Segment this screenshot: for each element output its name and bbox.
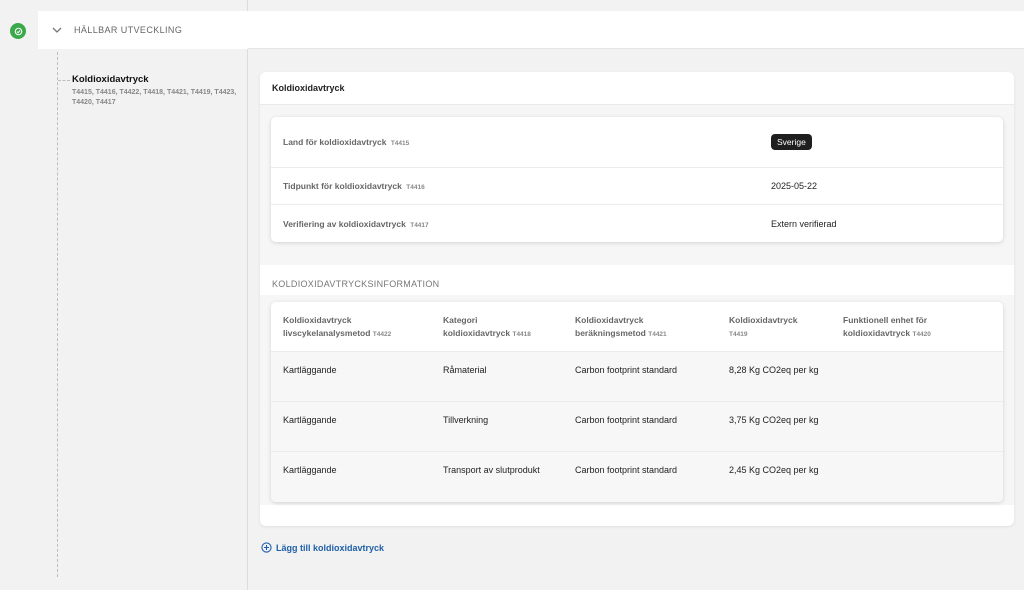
table-cell (843, 464, 1003, 502)
table-cell: Kartläggande (283, 415, 337, 425)
tree-line (57, 52, 58, 577)
table-area: Koldioxidavtryck livscykelanalysmetod T44… (260, 295, 1014, 505)
table-cell: 8,28 Kg CO2eq per kg (729, 365, 819, 375)
section-title: HÄLLBAR UTVECKLING (74, 25, 183, 35)
field-label-text: Verifiering av koldioxidavtryck (283, 218, 406, 229)
table-header-row: Koldioxidavtryck livscykelanalysmetod T44… (271, 302, 1003, 352)
header-line1: Koldioxidavtryck (283, 315, 352, 325)
table-cell: 3,75 Kg CO2eq per kg (729, 415, 819, 425)
header-line1: Koldioxidavtryck (575, 315, 644, 325)
koldioxidavtryck-card: Koldioxidavtryck Land för koldioxidavtry… (260, 72, 1014, 526)
chevron-down-icon (52, 24, 64, 36)
column-header: Funktionell enhet för koldioxidavtryck T4… (843, 314, 1003, 351)
table-row: Kartläggande Transport av slutprodukt Ca… (271, 452, 1003, 502)
column-header: Koldioxidavtryck livscykelanalysmetod T44… (271, 314, 443, 351)
table-cell: Carbon footprint standard (575, 365, 678, 375)
header-line1: Funktionell enhet för (843, 315, 928, 325)
header-code: T4418 (512, 331, 531, 338)
footprint-table: Koldioxidavtryck livscykelanalysmetod T44… (271, 302, 1003, 502)
header-code: T4422 (372, 331, 392, 338)
header-code: T4421 (648, 331, 667, 338)
table-cell: 2,45 Kg CO2eq per kg (729, 465, 819, 475)
tree-branch (58, 80, 70, 81)
column-header: Koldioxidavtryck beräkningsmetod T4421 (575, 314, 729, 351)
header-line2: livscykelanalysmetod (283, 328, 371, 338)
fields-box: Land för koldioxidavtryck T4415 Sverige … (271, 117, 1003, 242)
table-cell: Kartläggande (283, 365, 337, 375)
field-value: Extern verifierad (771, 218, 837, 229)
table-cell: Tillverkning (443, 415, 489, 425)
table-row: Kartläggande Tillverkning Carbon footpri… (271, 402, 1003, 452)
nav-item-codes: T4415, T4416, T4422, T4418, T4421, T4419… (72, 89, 237, 106)
plus-circle-icon (261, 542, 272, 553)
field-value: Sverige (771, 134, 812, 150)
field-label: Verifiering av koldioxidavtryck T4417 (283, 219, 771, 229)
field-row-verifiering: Verifiering av koldioxidavtryck T4417 Ex… (271, 205, 1003, 242)
column-header: Koldioxidavtryck T4419 (729, 314, 843, 351)
nav-item-koldioxidavtryck[interactable]: Koldioxidavtryck T4415, T4416, T4422, T4… (72, 74, 244, 108)
table-cell: Carbon footprint standard (575, 465, 678, 475)
field-label-text: Land för koldioxidavtryck (283, 137, 387, 147)
info-section-label: KOLDIOXIDAVTRYCKSINFORMATION (272, 279, 440, 289)
check-circle-icon (10, 23, 26, 39)
section-header-hallbar[interactable]: HÄLLBAR UTVECKLING (38, 11, 248, 49)
field-label: Tidpunkt för koldioxidavtryck T4416 (283, 181, 771, 191)
table-cell: Carbon footprint standard (575, 415, 678, 425)
table-cell: Transport av slutprodukt (443, 465, 540, 475)
header-line2: koldioxidavtryck (843, 328, 911, 338)
field-row-land: Land för koldioxidavtryck T4415 Sverige (271, 117, 1003, 168)
field-label: Land för koldioxidavtryck T4415 (283, 137, 771, 147)
column-header: Kategori koldioxidavtryck T4418 (443, 314, 575, 351)
header-line1: Kategori (443, 315, 478, 325)
card-title: Koldioxidavtryck (260, 72, 1014, 105)
table-row: Kartläggande Råmaterial Carbon footprint… (271, 352, 1003, 402)
add-link-label: Lägg till koldioxidavtryck (276, 542, 385, 553)
table-cell (843, 414, 1003, 451)
field-code: T4416 (406, 184, 425, 191)
field-value: 2025-05-22 (771, 181, 818, 191)
header-line1: Koldioxidavtryck (729, 315, 798, 325)
table-cell (843, 364, 1003, 401)
table-cell: Kartläggande (283, 465, 337, 475)
header-line2: beräkningsmetod (575, 328, 646, 338)
field-row-tidpunkt: Tidpunkt för koldioxidavtryck T4416 2025… (271, 168, 1003, 205)
fields-area: Land för koldioxidavtryck T4415 Sverige … (260, 105, 1014, 265)
field-code: T4417 (410, 221, 429, 229)
nav-item-label: Koldioxidavtryck (72, 74, 149, 85)
field-code: T4415 (390, 140, 410, 147)
left-navigation: HÄLLBAR UTVECKLING Koldioxidavtryck T441… (0, 0, 248, 590)
header-code: T4419 (729, 331, 748, 338)
table-cell: Råmaterial (443, 365, 487, 375)
country-badge: Sverige (771, 134, 812, 150)
field-label-text: Tidpunkt för koldioxidavtryck (283, 181, 402, 191)
header-line2: koldioxidavtryck (443, 328, 511, 338)
top-band (248, 11, 1024, 49)
header-code: T4420 (912, 331, 931, 338)
add-koldioxidavtryck-button[interactable]: Lägg till koldioxidavtryck (261, 542, 384, 553)
